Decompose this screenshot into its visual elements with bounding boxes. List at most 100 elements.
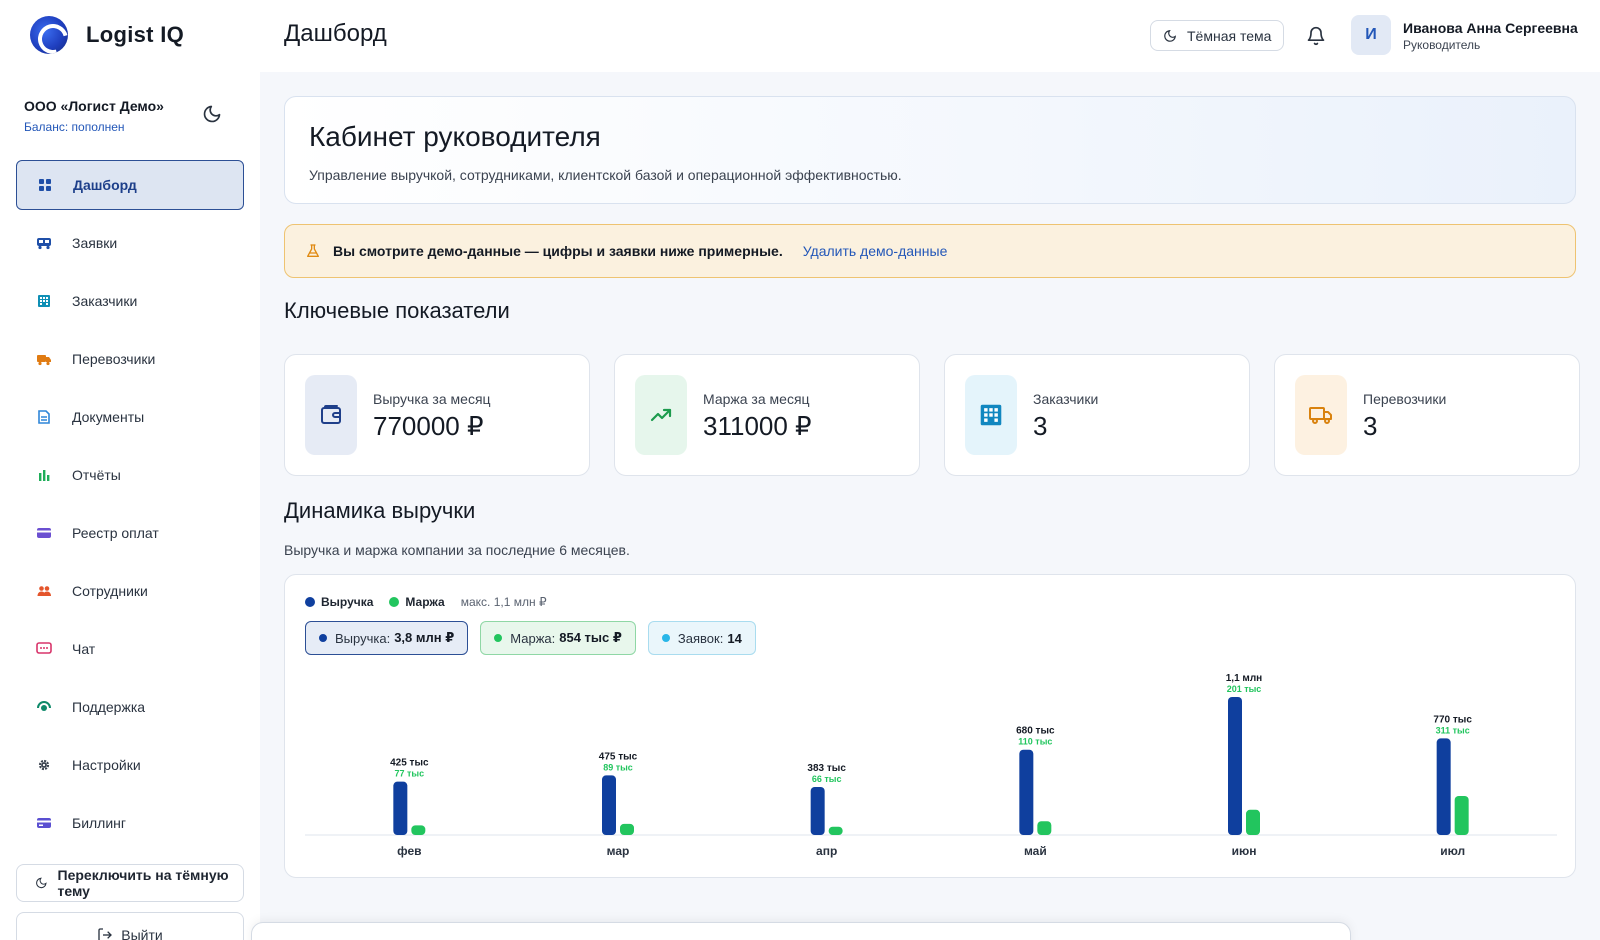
- logout-icon: [98, 928, 113, 940]
- document-icon: [36, 409, 52, 425]
- sidebar-item-label: Заявки: [72, 235, 118, 251]
- margin-data-label: 311 тыс: [1436, 725, 1470, 735]
- revenue-bar: [1019, 749, 1034, 835]
- sidebar-item-label: Чат: [72, 641, 96, 657]
- sidebar-item-6[interactable]: Отчёты: [16, 450, 244, 500]
- sidebar-item-3[interactable]: Заказчики: [16, 276, 244, 326]
- revenue-bar: [1228, 697, 1242, 835]
- dark-theme-label: Тёмная тема: [1187, 27, 1272, 44]
- app-name: Logist IQ: [86, 22, 185, 47]
- revenue-data-label: 680 тыс: [1016, 726, 1055, 737]
- kpi-value: 3: [1033, 411, 1048, 441]
- org-balance: Баланс: пополнен: [24, 120, 125, 134]
- theme-switch-label: Переключить на тёмную тему: [57, 867, 229, 899]
- moon-icon: [1164, 29, 1176, 42]
- sidebar-item-9[interactable]: Чат: [16, 624, 244, 674]
- sidebar-item-label: Документы: [72, 409, 145, 425]
- sidebar-item-4[interactable]: Перевозчики: [16, 334, 244, 384]
- theme-switch-button[interactable]: Переключить на тёмную тему: [16, 864, 244, 902]
- kpi-card-4[interactable]: Перевозчики 3: [1274, 354, 1580, 476]
- x-tick-label: май: [1024, 844, 1047, 858]
- sidebar-item-1[interactable]: Дашборд: [16, 160, 244, 210]
- revenue-bar: [602, 775, 616, 835]
- x-tick-label: мар: [607, 844, 630, 858]
- sidebar-item-12[interactable]: Биллинг: [16, 798, 244, 848]
- logout-label: Выйти: [121, 927, 163, 940]
- logout-button[interactable]: Выйти: [16, 912, 244, 940]
- margin-bar: [1037, 821, 1052, 835]
- flask-icon: [307, 244, 319, 257]
- moon-icon: [36, 877, 47, 889]
- kpi-label: Заказчики: [1033, 391, 1099, 407]
- sidebar-item-label: Поддержка: [72, 699, 146, 715]
- sidebar-item-label: Реестр оплат: [72, 525, 159, 541]
- revenue-bar: [393, 781, 408, 835]
- demo-text: Вы смотрите демо-данные — цифры и заявки…: [333, 243, 783, 259]
- page-title: Дашборд: [284, 20, 387, 47]
- revenue-data-label: 425 тыс: [390, 758, 429, 769]
- revenue-data-label: 475 тыс: [599, 751, 638, 762]
- margin-data-label: 89 тыс: [603, 762, 633, 772]
- hero-title: Кабинет руководителя: [309, 121, 601, 152]
- wallet-icon: [305, 375, 357, 455]
- kpi-value: 3: [1363, 411, 1378, 441]
- sidebar-item-11[interactable]: Настройки: [16, 740, 244, 790]
- kpi-card-3[interactable]: Заказчики 3: [944, 354, 1250, 476]
- sidebar-item-label: Отчёты: [72, 467, 121, 483]
- x-tick-label: июл: [1440, 844, 1465, 858]
- trend-up-icon: [635, 375, 687, 455]
- sidebar-item-label: Сотрудники: [72, 583, 148, 599]
- card-icon: [36, 525, 52, 541]
- chat-icon: [36, 641, 52, 657]
- bus-icon: [36, 235, 52, 251]
- sidebar-nav: Дашборд Заявки Заказчики Перевозчики Докумен…: [16, 160, 244, 856]
- kpi-value: 770000 ₽: [373, 411, 484, 441]
- kpi-label: Выручка за месяц: [373, 391, 491, 407]
- sidebar-item-label: Заказчики: [72, 293, 138, 309]
- revenue-data-label: 1,1 млн: [1226, 673, 1262, 684]
- bottom-panel: [251, 922, 1351, 940]
- margin-bar: [828, 826, 843, 835]
- margin-bar: [1246, 809, 1260, 835]
- sidebar-item-2[interactable]: Заявки: [16, 218, 244, 268]
- sidebar-item-10[interactable]: Поддержка: [16, 682, 244, 732]
- kpi-card-2[interactable]: Маржа за месяц 311000 ₽: [614, 354, 920, 476]
- bell-icon[interactable]: [1306, 25, 1326, 47]
- chart-section-title: Динамика выручки: [284, 498, 476, 523]
- gear-icon: [36, 757, 52, 773]
- sidebar: Logist IQ ООО «Логист Демо» Баланс: попо…: [0, 0, 260, 940]
- sidebar-item-label: Настройки: [72, 757, 141, 773]
- sidebar-item-label: Биллинг: [72, 815, 127, 831]
- logo-icon: [30, 16, 68, 54]
- building-icon: [965, 375, 1017, 455]
- support-icon: [36, 699, 52, 715]
- demo-banner: Вы смотрите демо-данные — цифры и заявки…: [284, 224, 1576, 278]
- revenue-bar-chart: 425 тыс77 тысфев475 тыс89 тысмар383 тыс6…: [305, 673, 1557, 858]
- dark-theme-toggle[interactable]: Тёмная тема: [1150, 20, 1285, 51]
- revenue-data-label: 770 тыс: [1433, 714, 1472, 725]
- kpi-label: Маржа за месяц: [703, 391, 810, 407]
- sidebar-item-label: Перевозчики: [72, 351, 156, 367]
- delete-demo-link[interactable]: Удалить демо-данные: [803, 243, 948, 259]
- sidebar-item-8[interactable]: Сотрудники: [16, 566, 244, 616]
- margin-bar: [411, 825, 426, 835]
- kpi-value: 311000 ₽: [703, 411, 812, 441]
- billing-icon: [36, 815, 52, 831]
- x-tick-label: июн: [1232, 844, 1257, 858]
- kpi-card-1[interactable]: Выручка за месяц 770000 ₽: [284, 354, 590, 476]
- sidebar-item-5[interactable]: Документы: [16, 392, 244, 442]
- grid-icon: [37, 177, 53, 193]
- margin-data-label: 110 тыс: [1018, 737, 1052, 747]
- app-logo[interactable]: Logist IQ: [30, 16, 184, 54]
- org-info: ООО «Логист Демо» Баланс: пополнен: [24, 98, 164, 134]
- building-icon: [36, 293, 52, 309]
- user-name[interactable]: Иванова Анна Сергеевна: [1403, 20, 1578, 36]
- margin-data-label: 201 тыс: [1227, 684, 1262, 694]
- truck-icon: [36, 351, 52, 367]
- moon-icon[interactable]: [202, 104, 222, 124]
- sidebar-item-7[interactable]: Реестр оплат: [16, 508, 244, 558]
- hero-subtitle: Управление выручкой, сотрудниками, клиен…: [309, 167, 902, 183]
- avatar[interactable]: И: [1351, 15, 1391, 55]
- users-icon: [36, 583, 52, 599]
- user-role: Руководитель: [1403, 38, 1481, 52]
